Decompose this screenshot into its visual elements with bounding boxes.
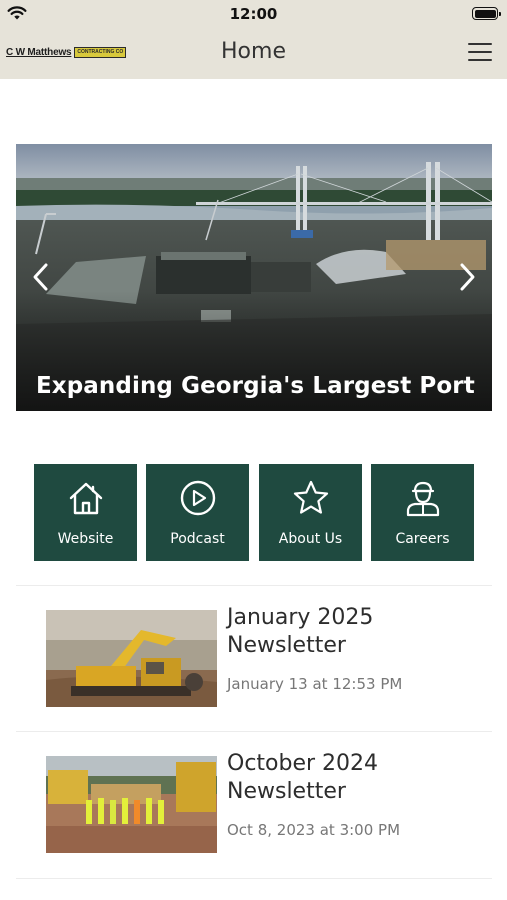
menu-line [468,43,492,45]
divider [16,878,492,879]
menu-line [468,59,492,61]
tile-label: Careers [395,531,450,547]
tile-label: Podcast [170,531,225,547]
news-title-line: January 2025 [227,605,374,630]
news-date: January 13 at 12:53 PM [227,675,403,693]
news-item[interactable]: October 2024 Newsletter Oct 8, 2023 at 3… [0,732,507,878]
battery-icon [472,7,501,20]
top-bar: 12:00 C W Matthews CONTRACTING CO Home [0,0,507,79]
hamburger-menu-button[interactable] [468,42,492,62]
news-thumbnail [46,610,217,707]
home-icon [69,482,102,515]
hero-image [16,144,492,411]
tile-careers[interactable]: Careers [371,464,474,561]
news-title-line: October 2024 [227,751,379,776]
tile-website[interactable]: Website [34,464,137,561]
news-title-line: Newsletter [227,779,346,804]
news-title: January 2025 Newsletter [227,604,497,660]
news-title: October 2024 Newsletter [227,750,497,806]
page-title: Home [221,39,286,64]
carousel-next-icon[interactable] [456,262,478,292]
hero-caption: Expanding Georgia's Largest Port [36,373,475,399]
news-date: Oct 8, 2023 at 3:00 PM [227,821,401,839]
hero-carousel[interactable]: Expanding Georgia's Largest Port [16,144,492,411]
news-title-line: Newsletter [227,633,346,658]
status-time: 12:00 [229,5,278,23]
tile-label: About Us [278,531,343,547]
worker-icon [406,481,439,517]
tile-about-us[interactable]: About Us [259,464,362,561]
play-circle-icon [180,480,215,516]
tile-label: Website [57,531,114,547]
menu-line [468,51,492,53]
carousel-prev-icon[interactable] [30,262,52,292]
news-item[interactable]: January 2025 Newsletter January 13 at 12… [0,586,507,732]
news-thumbnail [46,756,217,853]
tile-podcast[interactable]: Podcast [146,464,249,561]
star-icon [293,480,328,514]
quick-links: Website Podcast About Us Careers [34,464,474,561]
